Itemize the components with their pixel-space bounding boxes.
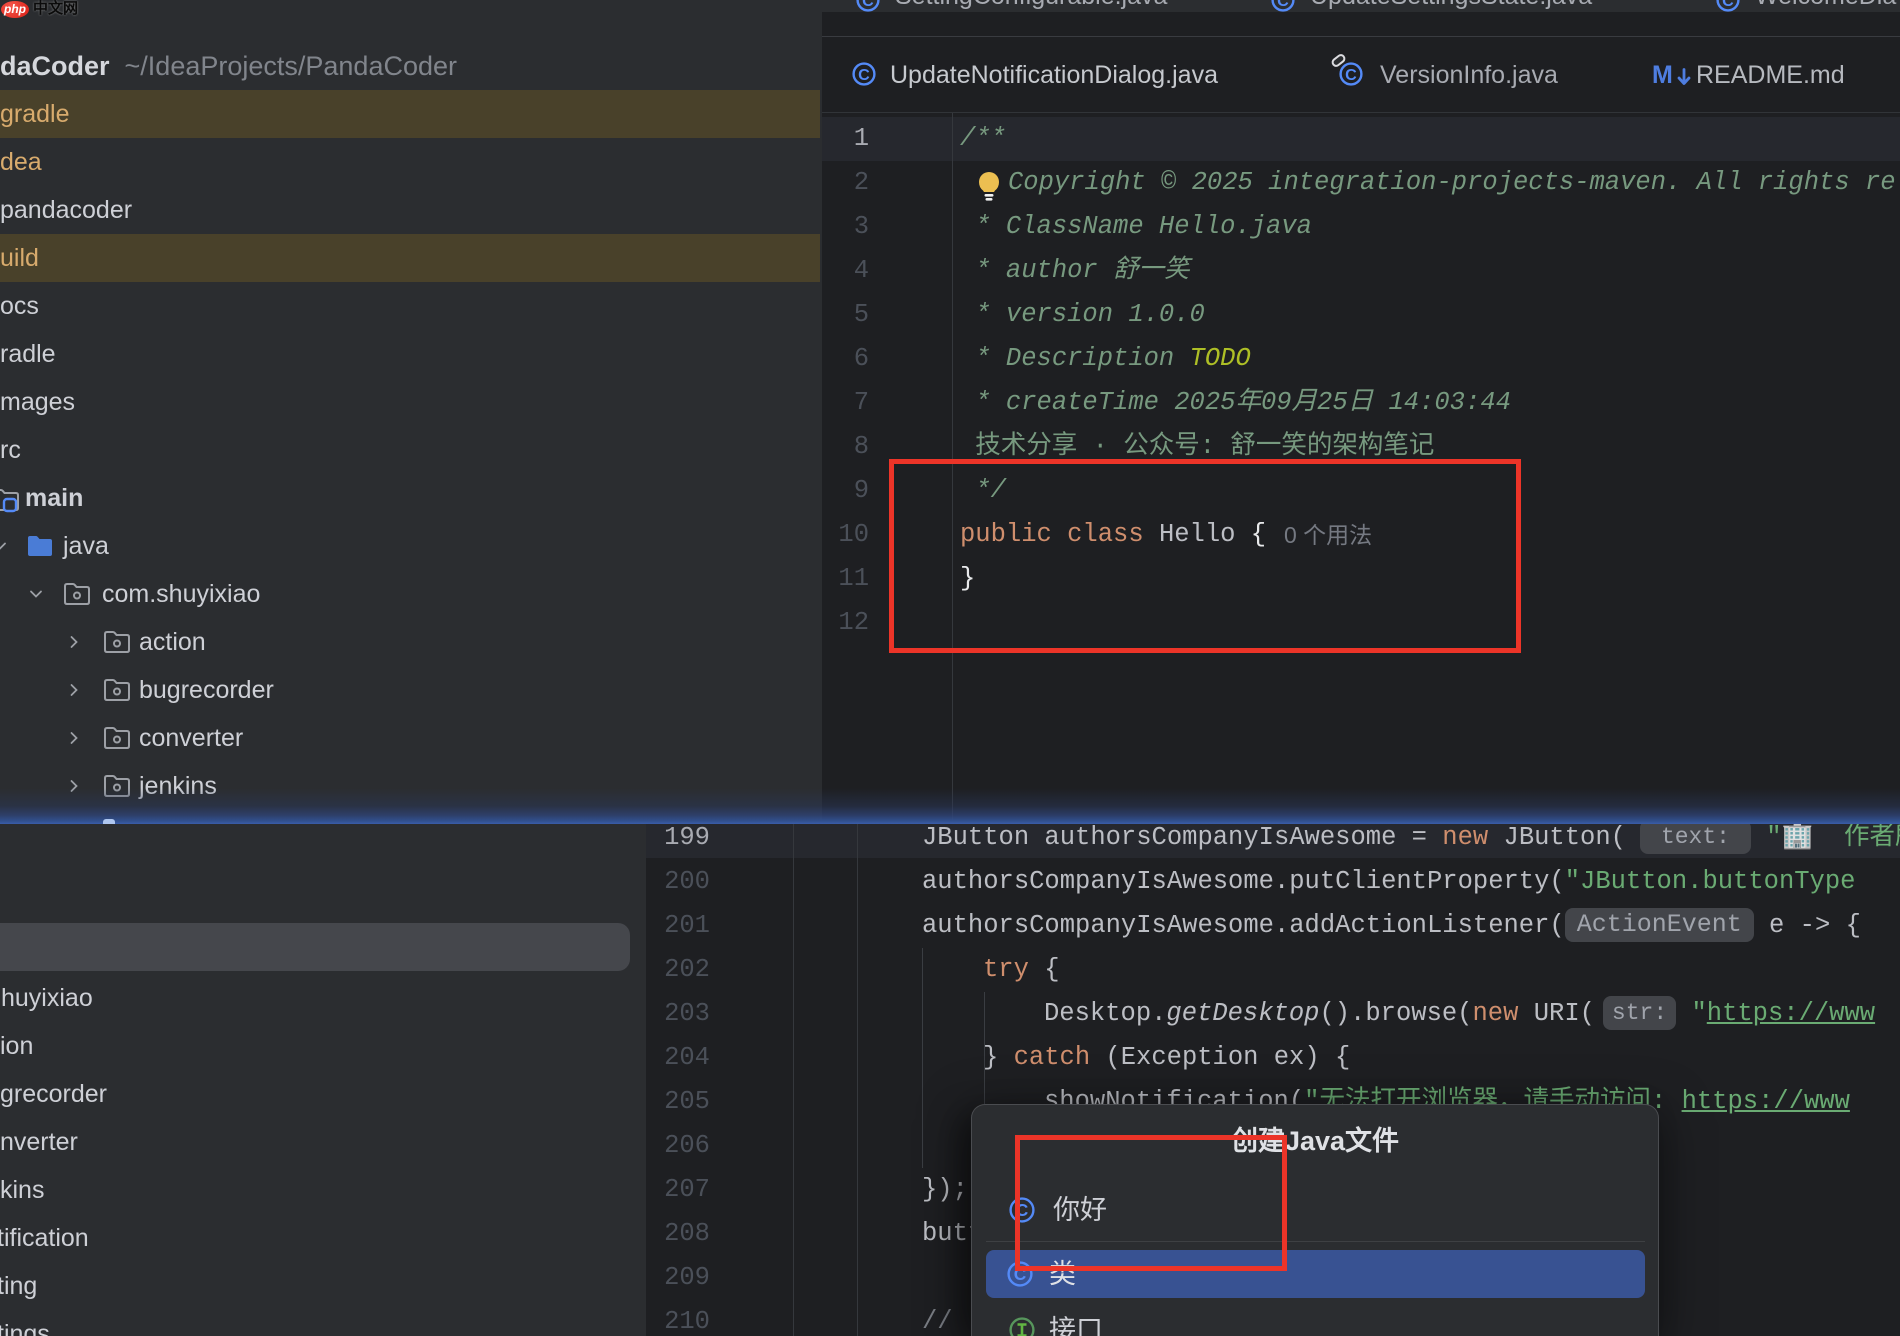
svg-text:C: C: [1722, 0, 1734, 10]
svg-text:C: C: [1277, 0, 1289, 10]
svg-text:C: C: [1345, 66, 1357, 84]
svg-text:C: C: [862, 0, 874, 10]
svg-text:C: C: [858, 66, 870, 84]
